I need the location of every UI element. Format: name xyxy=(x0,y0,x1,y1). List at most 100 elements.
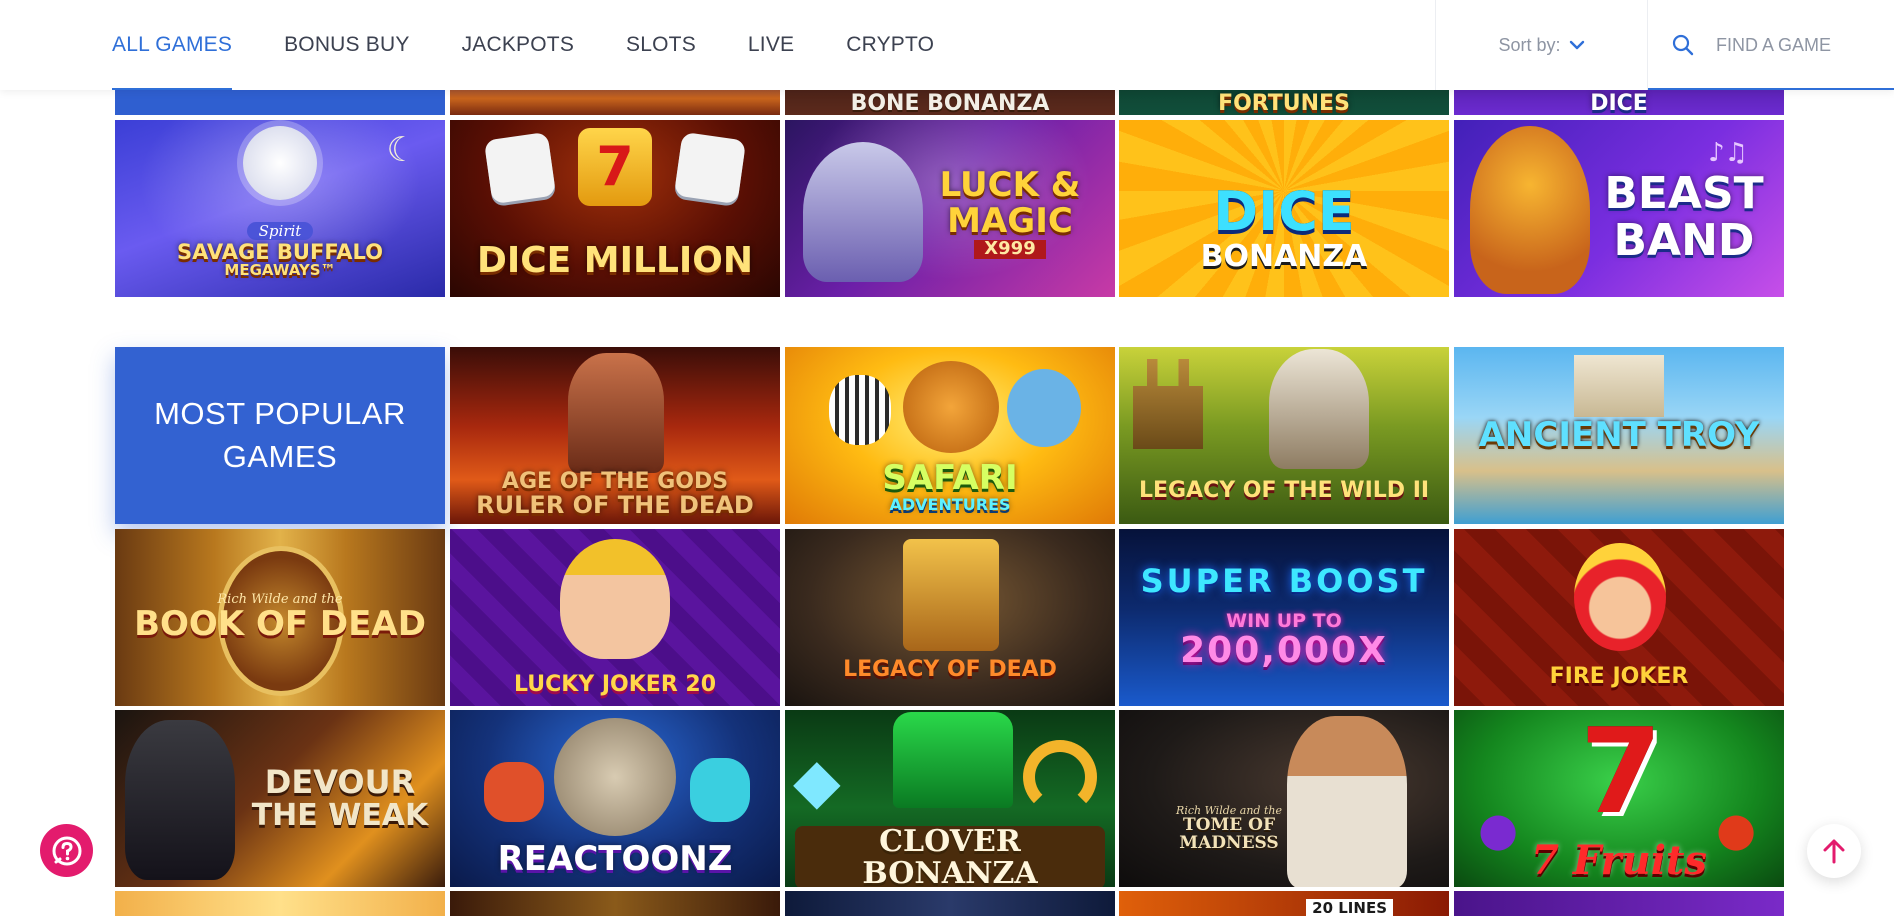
seven-icon: 7 xyxy=(578,128,652,206)
game-title: TOME OF MADNESS xyxy=(1179,815,1279,853)
game-tile-dice-million[interactable]: 7 DICE MILLION xyxy=(450,120,780,297)
wizard-icon xyxy=(1269,349,1369,469)
joker-icon xyxy=(560,539,670,659)
game-tile-legacy-of-dead[interactable]: LEGACY OF DEAD xyxy=(785,529,1115,706)
game-title: BONE BONANZA xyxy=(850,90,1050,115)
game-title: BEAST xyxy=(1604,168,1764,220)
lion-icon xyxy=(1470,126,1590,294)
game-subtitle: RULER OF THE DEAD xyxy=(476,491,754,520)
game-badge: Spirit xyxy=(246,222,314,241)
game-search xyxy=(1648,0,1894,90)
tab-live[interactable]: LIVE xyxy=(748,0,794,90)
game-title: DEVOUR xyxy=(264,762,416,801)
dice-icon xyxy=(483,131,557,205)
lion-icon xyxy=(903,361,999,453)
game-title: CLOVER BONANZA xyxy=(795,826,1105,887)
game-tile-super-boost[interactable]: SUPER BOOST WIN UP TO 200,000x xyxy=(1119,529,1449,706)
game-subtitle: ADVENTURES xyxy=(889,494,1011,514)
game-title: LUCKY JOKER 20 xyxy=(513,671,717,697)
zebra-icon xyxy=(829,375,891,445)
game-title: ANCIENT TROY xyxy=(1478,414,1760,455)
game-tile[interactable] xyxy=(115,891,445,916)
tab-crypto[interactable]: CRYPTO xyxy=(846,0,934,90)
tab-slots[interactable]: SLOTS xyxy=(626,0,696,90)
demon-icon xyxy=(125,720,235,880)
music-note-icon: ♪♫ xyxy=(1708,138,1748,168)
adventurer-icon xyxy=(1287,716,1407,887)
game-tile-ancient-troy[interactable]: ANCIENT TROY xyxy=(1454,347,1784,524)
game-title: 20 LINES xyxy=(1306,898,1393,916)
game-subtitle: MEGAWAYS™ xyxy=(224,261,336,280)
game-title: DICE xyxy=(1590,90,1648,115)
buffalo-icon xyxy=(243,126,317,200)
game-title: DICE MILLION xyxy=(476,239,754,281)
game-title: DICE xyxy=(1213,180,1355,244)
game-tile-tome-of-madness[interactable]: Rich Wilde and the TOME OF MADNESS xyxy=(1119,710,1449,887)
game-tile-fire-joker[interactable]: FIRE JOKER xyxy=(1454,529,1784,706)
game-title: AGE OF THE GODS xyxy=(501,469,729,495)
game-subtitle: x999 xyxy=(974,239,1046,259)
game-tile-safari-adventures[interactable]: SAFARI ADVENTURES xyxy=(785,347,1115,524)
fruit-icon: ● xyxy=(1478,802,1519,856)
moon-icon: ☾ xyxy=(386,130,417,170)
game-subtitle: BONANZA xyxy=(1200,239,1368,275)
most-popular-games-heading: MOST POPULAR GAMES xyxy=(115,347,445,524)
temple-icon xyxy=(1574,355,1664,417)
tab-jackpots[interactable]: JACKPOTS xyxy=(462,0,574,90)
game-tile-devour-the-weak[interactable]: DEVOUR THE WEAK xyxy=(115,710,445,887)
arrow-up-icon xyxy=(1823,839,1845,864)
game-title: SAFARI xyxy=(882,458,1018,499)
game-title: SUPER BOOST xyxy=(1140,561,1428,600)
game-tile-clover-bonanza[interactable]: ◆ CLOVER BONANZA xyxy=(785,710,1115,887)
game-tile[interactable] xyxy=(1454,891,1784,916)
seven-icon: 7 xyxy=(1580,710,1663,840)
category-tabs: ALL GAMES BONUS BUY JACKPOTS SLOTS LIVE … xyxy=(112,0,986,90)
game-tile[interactable] xyxy=(785,891,1115,916)
game-tile-age-of-the-gods[interactable]: AGE OF THE GODS RULER OF THE DEAD xyxy=(450,347,780,524)
game-title: LEGACY of the WILD II xyxy=(1138,477,1430,503)
wizard-icon xyxy=(803,142,923,282)
alien-icon xyxy=(554,718,676,836)
game-title: LEGACY OF DEAD xyxy=(843,656,1057,682)
castle-icon xyxy=(1133,359,1203,449)
tab-bonus-buy[interactable]: BONUS BUY xyxy=(284,0,410,90)
tab-all-games[interactable]: ALL GAMES xyxy=(112,0,233,90)
hat-icon xyxy=(893,712,1013,808)
sort-label: Sort by: xyxy=(1498,34,1561,55)
tomb-icon xyxy=(903,539,999,651)
chevron-down-icon xyxy=(1569,40,1585,50)
game-tile-reactoonz[interactable]: REACTOONZ xyxy=(450,710,780,887)
dice-icon xyxy=(673,131,747,205)
sort-dropdown[interactable]: Sort by: xyxy=(1435,0,1648,90)
game-title: REACTOONZ xyxy=(497,838,733,879)
game-subtitle: BAND xyxy=(1613,214,1755,266)
help-icon xyxy=(52,836,81,865)
warrior-icon xyxy=(568,353,664,473)
game-title: BOOK OF DEAD xyxy=(134,604,426,645)
game-tile-savage-buffalo[interactable]: ☾ Spirit SAVAGE BUFFALO MEGAWAYS™ xyxy=(115,120,445,297)
game-tile[interactable]: 20 LINES xyxy=(1119,891,1449,916)
game-subtitle: THE WEAK xyxy=(251,797,429,833)
game-title: FIRE JOKER xyxy=(1549,663,1689,689)
scroll-to-top-button[interactable] xyxy=(1807,824,1861,878)
top-navigation-bar: ALL GAMES BONUS BUY JACKPOTS SLOTS LIVE … xyxy=(0,0,1894,90)
alien-icon xyxy=(690,758,750,822)
help-chat-button[interactable] xyxy=(40,824,93,877)
game-tile-luck-and-magic[interactable]: LUCK & MAGIC x999 xyxy=(785,120,1115,297)
game-tile-dice-bonanza[interactable]: DICE BONANZA xyxy=(1119,120,1449,297)
elephant-icon xyxy=(1007,369,1081,447)
game-tile-beast-band[interactable]: ♪♫ BEAST BAND xyxy=(1454,120,1784,297)
joker-icon xyxy=(1574,543,1666,651)
game-tile-legacy-of-the-wild[interactable]: LEGACY of the WILD II xyxy=(1119,347,1449,524)
game-tile-7-fruits[interactable]: ● ● 7 7 Fruits xyxy=(1454,710,1784,887)
game-title: FORTUNES xyxy=(1218,90,1350,115)
search-icon[interactable] xyxy=(1672,34,1694,56)
game-tile-lucky-joker-20[interactable]: LUCKY JOKER 20 xyxy=(450,529,780,706)
game-title: LUCK & MAGIC xyxy=(939,165,1081,241)
game-value: 200,000x xyxy=(1180,630,1388,672)
game-tile[interactable] xyxy=(450,891,780,916)
fruit-icon: ● xyxy=(1716,802,1757,856)
game-tile-book-of-dead[interactable]: Rich Wilde and the BOOK OF DEAD xyxy=(115,529,445,706)
horseshoe-icon xyxy=(1023,740,1097,814)
search-input[interactable] xyxy=(1716,34,1856,56)
